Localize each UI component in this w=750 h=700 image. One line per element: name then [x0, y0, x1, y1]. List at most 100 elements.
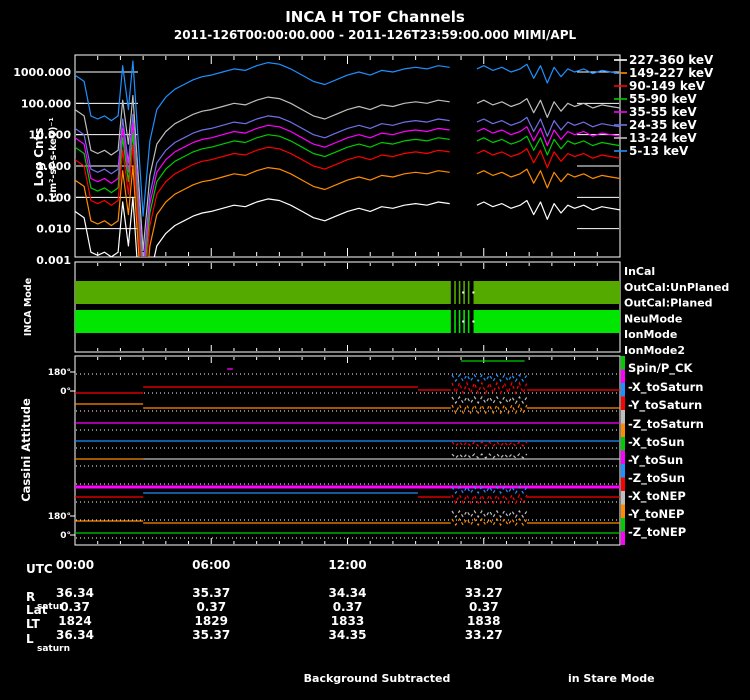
series-curve-13-24-keV [75, 94, 450, 252]
legend-entry: 5-13 keV [629, 144, 689, 158]
attitude-row-label: -Y_toNEP [628, 507, 684, 522]
legend-entry: 227-360 keV [629, 53, 714, 67]
attitude-row-label: -Z_toNEP [628, 525, 686, 540]
mode-bar-stripe [458, 281, 461, 304]
table-cell: 36.34 [56, 628, 94, 642]
mode-bar-dot [472, 320, 475, 323]
attitude-row-label: -Z_toSun [628, 471, 685, 486]
page-title: INCA H TOF Channels [285, 8, 465, 26]
attitude-deg-label: 0° [60, 387, 71, 397]
legend-entry: 35-55 keV [629, 105, 697, 119]
inca-mode-bars [75, 281, 620, 333]
series-curve-24-35-keV [476, 116, 620, 137]
attitude-axis-strip [621, 491, 625, 505]
y-axis-label-log-cnts: Log Cnts [32, 128, 46, 187]
attitude-row-label: -Z_toSaturn [628, 417, 704, 432]
y-tick-label: 0.001 [36, 254, 71, 267]
legend-entry: 55-90 keV [629, 92, 697, 106]
table-cell: 1829 [195, 614, 228, 628]
attitude-row-label: -X_toNEP [628, 489, 686, 504]
cassini-attitude-lines [75, 356, 625, 545]
mode-legend-entry: InCal [624, 265, 655, 278]
y-tick-label: 1000.000 [13, 66, 71, 79]
y-axis-label-cassini-attitude: Cassini Attitude [19, 398, 33, 502]
mode-bar-stripe [454, 281, 456, 304]
series-curve-35-55-keV [476, 126, 620, 147]
mode-bar-stripe [467, 281, 470, 304]
attitude-axis-strip [621, 464, 625, 478]
attitude-oscillation [451, 493, 528, 505]
page-subtitle: 2011-126T00:00:00.000 - 2011-126T23:59:0… [174, 28, 577, 42]
attitude-oscillation [451, 395, 528, 405]
mode-legend-entry: OutCal:Planed [624, 297, 713, 310]
legend-entry: 13-24 keV [629, 131, 697, 145]
attitude-oscillation [451, 441, 528, 447]
attitude-row-label: -X_toSun [628, 435, 685, 450]
attitude-axis-strip [621, 477, 625, 491]
series-curve-13-24-keV [476, 97, 620, 119]
attitude-axis-strip [621, 369, 625, 383]
mode-legend-entry: IonMode [624, 328, 677, 341]
attitude-panel-frame [74, 355, 621, 546]
table-cell: 35.37 [192, 586, 230, 600]
attitude-oscillation [451, 453, 528, 459]
table-cell: 1838 [467, 614, 500, 628]
mode-bar-segment [75, 310, 451, 333]
table-cell: 36.34 [56, 586, 94, 600]
plot-canvas: 1000.000100.00010.0001.0000.1000.0100.00… [13, 8, 729, 685]
attitude-axis-strip [621, 531, 625, 545]
attitude-axis-strip [621, 437, 625, 451]
table-cell: 33.27 [465, 628, 503, 642]
mode-bar-dot [462, 320, 465, 323]
series-curve-227-360-keV [476, 199, 620, 220]
table-cell: 34.35 [329, 628, 367, 642]
table-cell: 0.37 [469, 600, 499, 614]
attitude-row-label: -X_toSaturn [628, 380, 703, 395]
attitude-deg-label: 180° [48, 368, 71, 378]
table-row-label-l: L [26, 632, 34, 646]
attitude-axis-strip [621, 504, 625, 518]
attitude-oscillation [451, 381, 528, 395]
mode-bar-dot [472, 291, 475, 294]
utc-time-label: 00:00 [56, 558, 94, 572]
utc-time-label: 12:00 [328, 558, 366, 572]
table-row-label-lt: LT [26, 617, 41, 631]
table-row-label-utc: UTC [26, 562, 53, 576]
attitude-axis-strip [621, 383, 625, 397]
legend-entry: 24-35 keV [629, 118, 697, 132]
series-curve-5-13-keV [476, 63, 620, 84]
attitude-deg-label: 180° [48, 512, 71, 522]
attitude-axis-strip [621, 450, 625, 464]
table-cell: 1824 [58, 614, 91, 628]
y-tick-label: 100.000 [21, 97, 71, 110]
table-cell: 0.37 [333, 600, 363, 614]
attitude-axis-strip [621, 518, 625, 532]
footer-background-subtracted: Background Subtracted [304, 672, 451, 685]
attitude-oscillation [451, 373, 528, 383]
attitude-axis-strip [621, 356, 625, 370]
table-cell: 34.34 [329, 586, 367, 600]
attitude-oscillation [451, 403, 528, 415]
table-cell: 1833 [331, 614, 364, 628]
table-row-label-r: R [26, 590, 35, 604]
mode-legend-entry: NeuMode [624, 312, 682, 325]
mode-legend-entry: OutCal:UnPlaned [624, 281, 729, 294]
footer-stare-mode: in Stare Mode [568, 672, 655, 685]
table-cell: 35.37 [192, 628, 230, 642]
attitude-axis-strip [621, 410, 625, 424]
series-curve-149-227-keV [476, 168, 620, 189]
table-cell: 33.27 [465, 586, 503, 600]
y-axis-units-label: (cm²-sr-s-keV)⁻¹ [48, 117, 59, 202]
table-row-label-l-sub: saturn [37, 644, 70, 654]
legend-entry: 149-227 keV [629, 66, 714, 80]
mode-bar-dot [462, 291, 465, 294]
legend-entry: 90-149 keV [629, 79, 706, 93]
mode-bar-segment [75, 281, 451, 304]
attitude-axis-strip [621, 396, 625, 410]
table-cell: 0.37 [196, 600, 226, 614]
mode-bar-segment [473, 310, 620, 333]
attitude-oscillation [451, 517, 528, 527]
top-panel-frame [74, 54, 621, 258]
attitude-axis-strip [621, 423, 625, 437]
table-row-label-lat: Lat [26, 603, 48, 617]
